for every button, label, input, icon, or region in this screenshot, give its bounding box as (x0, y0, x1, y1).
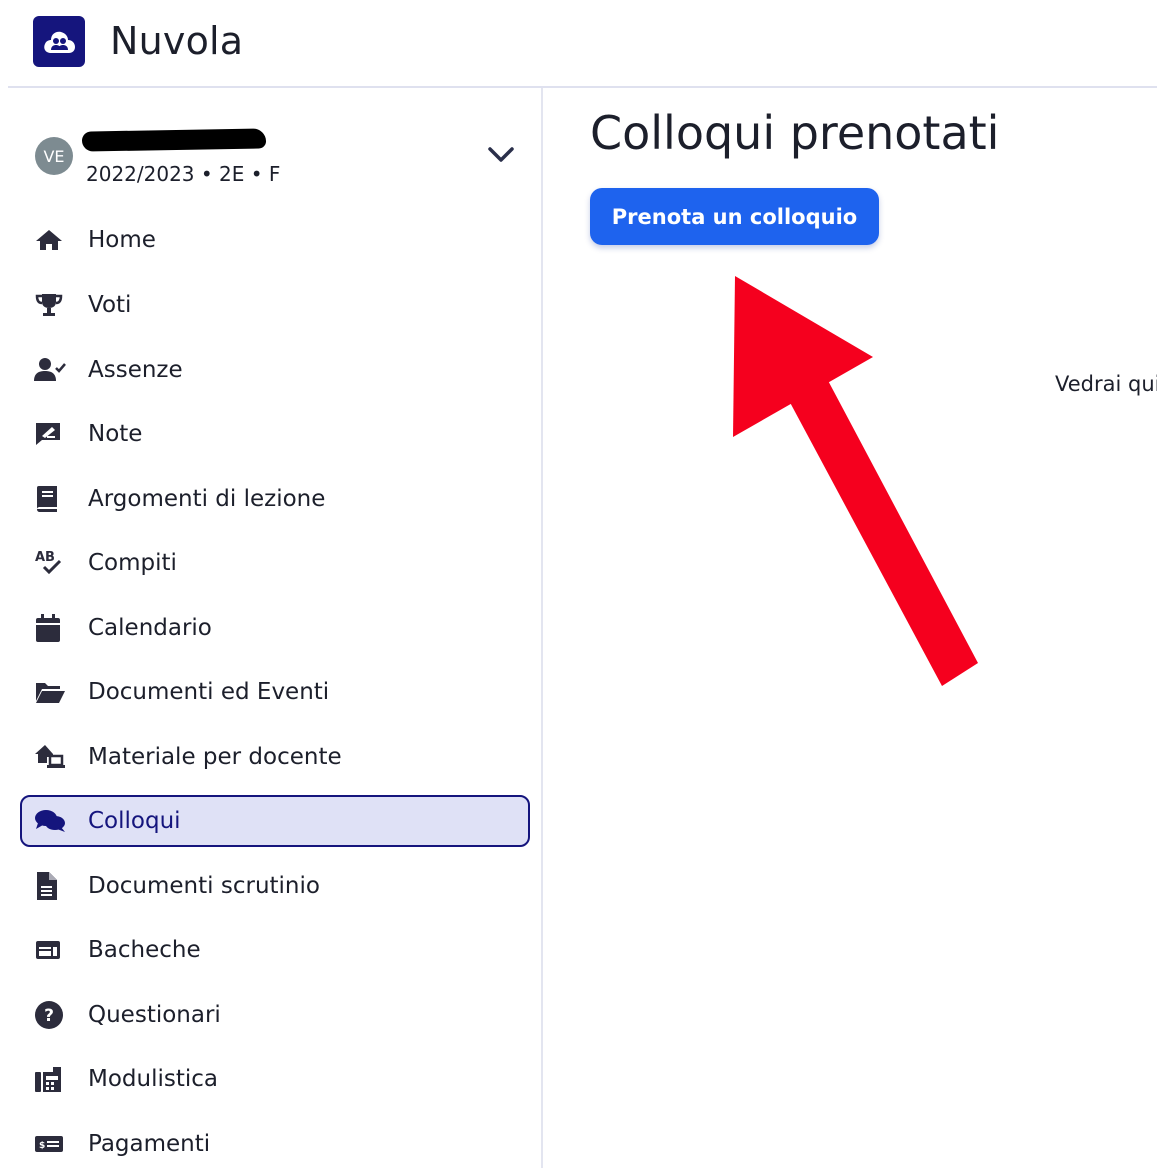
question-circle-icon: ? (22, 1000, 80, 1030)
sidebar-item-materiale-per-docente[interactable]: Materiale per docente (20, 731, 530, 783)
home-icon (22, 225, 80, 255)
sidebar-item-modulistica[interactable]: Modulistica (20, 1053, 530, 1105)
sidebar-item-bacheche[interactable]: Bacheche (20, 924, 530, 976)
book-meeting-button[interactable]: Prenota un colloquio (590, 188, 879, 245)
sidebar-item-documenti-scrutinio[interactable]: Documenti scrutinio (20, 860, 530, 912)
board-icon (22, 935, 80, 965)
profile-selector[interactable]: VE 2022/2023 • 2E • F (0, 88, 543, 208)
sidebar-item-calendario[interactable]: Calendario (20, 602, 530, 654)
sidebar-item-colloqui[interactable]: Colloqui (20, 795, 530, 847)
sidebar-item-label: Documenti scrutinio (88, 873, 320, 899)
money-bill-icon: $ (22, 1129, 80, 1159)
sidebar-item-label: Pagamenti (88, 1131, 211, 1157)
book-icon (22, 484, 80, 514)
avatar: VE (35, 137, 73, 175)
sidebar-item-documenti-ed-eventi[interactable]: Documenti ed Eventi (20, 666, 530, 718)
note-icon (22, 419, 80, 449)
empty-state-text: Vedrai qui (1055, 372, 1157, 396)
chevron-down-icon[interactable] (486, 143, 516, 167)
app-title: Nuvola (110, 19, 244, 63)
calendar-icon (22, 613, 80, 643)
sidebar-item-label: Modulistica (88, 1066, 219, 1092)
profile-subtitle: 2022/2023 • 2E • F (86, 162, 281, 186)
sidebar-item-label: Voti (88, 292, 132, 318)
sidebar-item-questionari[interactable]: ? Questionari (20, 989, 530, 1041)
redacted-name (81, 128, 267, 152)
svg-text:$: $ (39, 1141, 45, 1151)
sidebar-item-assenze[interactable]: Assenze (20, 344, 530, 396)
sidebar: VE 2022/2023 • 2E • F Home Voti Assenze (0, 88, 543, 1168)
cloud-icon (44, 31, 75, 53)
sidebar-item-label: Argomenti di lezione (88, 486, 326, 512)
svg-text:AB: AB (35, 550, 55, 565)
sidebar-item-label: Note (88, 421, 143, 447)
sidebar-item-argomenti-di-lezione[interactable]: Argomenti di lezione (20, 473, 530, 525)
top-bar: Nuvola (0, 0, 1157, 88)
sidebar-item-label: Colloqui (88, 808, 181, 834)
sidebar-item-label: Compiti (88, 550, 177, 576)
folder-open-icon (22, 677, 80, 707)
file-icon (22, 871, 80, 901)
sidebar-item-label: Documenti ed Eventi (88, 679, 330, 705)
sidebar-item-voti[interactable]: Voti (20, 279, 530, 331)
fax-icon (22, 1064, 80, 1094)
main-content: Colloqui prenotati Prenota un colloquio … (545, 88, 1157, 1168)
user-check-icon (22, 355, 80, 385)
spellcheck-icon: AB (22, 548, 80, 578)
sidebar-item-label: Materiale per docente (88, 744, 342, 770)
sidebar-item-compiti[interactable]: AB Compiti (20, 537, 530, 589)
sidebar-item-label: Assenze (88, 357, 183, 383)
svg-text:?: ? (44, 1006, 54, 1026)
comments-icon (22, 806, 80, 836)
sidebar-item-note[interactable]: Note (20, 408, 530, 460)
sidebar-item-label: Home (88, 227, 156, 253)
house-laptop-icon (22, 742, 80, 772)
sidebar-item-pagamenti[interactable]: $ Pagamenti (20, 1118, 530, 1168)
sidebar-item-label: Questionari (88, 1002, 221, 1028)
sidebar-item-label: Bacheche (88, 937, 201, 963)
sidebar-item-label: Calendario (88, 615, 212, 641)
app-logo[interactable] (33, 16, 85, 67)
page-title: Colloqui prenotati (590, 106, 1000, 160)
trophy-icon (22, 290, 80, 320)
sidebar-item-home[interactable]: Home (20, 214, 530, 266)
